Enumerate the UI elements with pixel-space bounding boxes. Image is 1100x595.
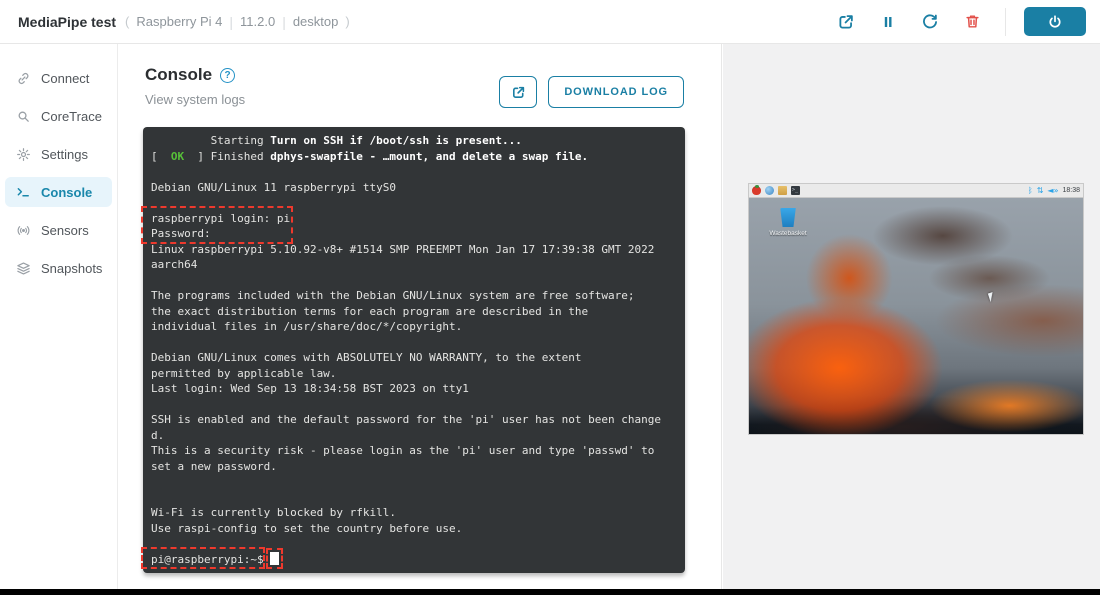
terminal-line: permitted by applicable law.: [151, 366, 677, 382]
device-title: MediaPipe test: [18, 14, 116, 30]
trash-can-icon: [780, 208, 797, 227]
terminal-icon: [16, 185, 31, 200]
terminal-cursor: [270, 552, 279, 565]
page-title-text: Console: [145, 65, 212, 85]
pause-button[interactable]: [876, 10, 900, 34]
top-bar: MediaPipe test ( Raspberry Pi 4 | 11.2.0…: [0, 0, 1100, 44]
trash-icon: [964, 13, 981, 30]
terminal-line: [151, 490, 677, 506]
sidebar-item-label: Sensors: [41, 223, 89, 238]
help-icon[interactable]: ?: [220, 68, 235, 83]
terminal-line: aarch64: [151, 257, 677, 273]
remote-mouse-cursor-icon: [988, 291, 999, 302]
external-link-icon: [837, 13, 855, 31]
subtitle-close-paren: ): [345, 14, 349, 29]
terminal-line: Debian GNU/Linux comes with ABSOLUTELY N…: [151, 350, 677, 366]
bluetooth-icon: ᛒ: [1028, 186, 1033, 195]
file-manager-icon: [778, 186, 787, 195]
sidebar-item-connect[interactable]: Connect: [5, 63, 112, 93]
search-icon: [16, 109, 31, 124]
terminal-line: Last login: Wed Sep 13 18:34:58 BST 2023…: [151, 381, 677, 397]
subtitle-divider: |: [229, 14, 233, 30]
external-link-icon: [511, 85, 526, 100]
device-model: Raspberry Pi 4: [136, 14, 222, 29]
sidebar-item-console[interactable]: Console: [5, 177, 112, 207]
bottom-black-bar: [0, 589, 1100, 595]
remote-desktop-screenshot[interactable]: >_ ᛒ ⇅ ◄» 18:38 Wastebasket: [748, 183, 1084, 435]
terminal-line: Password:: [151, 226, 677, 242]
sidebar-item-label: CoreTrace: [41, 109, 102, 124]
device-preview-panel: >_ ᛒ ⇅ ◄» 18:38 Wastebasket: [723, 44, 1100, 589]
terminal-app-icon: >_: [791, 186, 800, 195]
sidebar-item-coretrace[interactable]: CoreTrace: [5, 101, 112, 131]
terminal-line: [ OK ] Finished dphys-swapfile - …mount,…: [151, 149, 677, 165]
terminal-line: d.: [151, 428, 677, 444]
open-console-external-button[interactable]: [499, 76, 537, 108]
wastebasket-desktop-icon: Wastebasket: [765, 208, 811, 237]
terminal-line: set a new password.: [151, 459, 677, 475]
remote-wallpaper: Wastebasket: [748, 198, 1084, 435]
terminal-line: Linux raspberrypi 5.10.92-v8+ #1514 SMP …: [151, 242, 677, 258]
device-os-version: 11.2.0: [240, 14, 275, 29]
terminal-line: [151, 273, 677, 289]
taskbar-tray: ᛒ ⇅ ◄» 18:38: [1028, 186, 1080, 195]
terminal-line: [151, 195, 677, 211]
sidebar-item-settings[interactable]: Settings: [5, 139, 112, 169]
refresh-icon: [921, 13, 939, 31]
terminal-output: Starting Turn on SSH if /boot/ssh is pre…: [151, 133, 677, 567]
network-arrows-icon: ⇅: [1037, 186, 1044, 195]
terminal-line: This is a security risk - please login a…: [151, 443, 677, 459]
sidebar-item-label: Console: [41, 185, 92, 200]
sidebar-item-label: Snapshots: [41, 261, 102, 276]
terminal-line: pi@raspberrypi:~$: [151, 552, 677, 568]
open-external-button[interactable]: [834, 10, 858, 34]
browser-icon: [765, 186, 774, 195]
top-bar-actions: [825, 7, 1100, 36]
taskbar-clock: 18:38: [1062, 187, 1080, 194]
terminal-line: [151, 335, 677, 351]
console-panel: Console ? View system logs DOWNLOAD LOG …: [119, 44, 722, 589]
terminal-line: [151, 536, 677, 552]
download-log-button[interactable]: DOWNLOAD LOG: [548, 76, 684, 108]
sidebar-item-label: Settings: [41, 147, 88, 162]
terminal-line: [151, 164, 677, 180]
terminal-line: [151, 474, 677, 490]
refresh-button[interactable]: [918, 10, 942, 34]
terminal-line: Use raspi-config to set the country befo…: [151, 521, 677, 537]
terminal-line: the exact distribution terms for each pr…: [151, 304, 677, 320]
snapshots-icon: [16, 261, 31, 276]
console-actions: DOWNLOAD LOG: [499, 76, 684, 108]
device-subtitle: ( Raspberry Pi 4 | 11.2.0 | desktop ): [125, 14, 350, 30]
subtitle-divider: |: [282, 14, 286, 30]
sensors-icon: [16, 223, 31, 238]
terminal-line: [151, 397, 677, 413]
link-icon: [16, 71, 31, 86]
sidebar-item-label: Connect: [41, 71, 89, 86]
raspberry-menu-icon: [752, 186, 761, 195]
delete-device-button[interactable]: [960, 10, 984, 34]
subtitle-open-paren: (: [125, 14, 129, 29]
action-separator: [1005, 8, 1006, 36]
device-mode: desktop: [293, 14, 339, 29]
terminal-line: individual files in /usr/share/doc/*/cop…: [151, 319, 677, 335]
terminal-line: Debian GNU/Linux 11 raspberrypi ttyS0: [151, 180, 677, 196]
terminal-line: The programs included with the Debian GN…: [151, 288, 677, 304]
terminal-line: Wi-Fi is currently blocked by rfkill.: [151, 505, 677, 521]
wastebasket-label: Wastebasket: [765, 230, 811, 237]
power-icon: [1047, 14, 1063, 30]
terminal-line: SSH is enabled and the default password …: [151, 412, 677, 428]
pause-icon: [880, 14, 896, 30]
sidebar-item-sensors[interactable]: Sensors: [5, 215, 112, 245]
terminal-line: Starting Turn on SSH if /boot/ssh is pre…: [151, 133, 677, 149]
power-button[interactable]: [1024, 7, 1086, 36]
terminal-window[interactable]: Starting Turn on SSH if /boot/ssh is pre…: [143, 127, 685, 573]
terminal-line: raspberrypi login: pi: [151, 211, 677, 227]
gear-icon: [16, 147, 31, 162]
remote-taskbar: >_ ᛒ ⇅ ◄» 18:38: [748, 183, 1084, 198]
sidebar-item-snapshots[interactable]: Snapshots: [5, 253, 112, 283]
volume-icon: ◄»: [1047, 186, 1058, 195]
sidebar: Connect CoreTrace Settings Console: [0, 44, 118, 589]
